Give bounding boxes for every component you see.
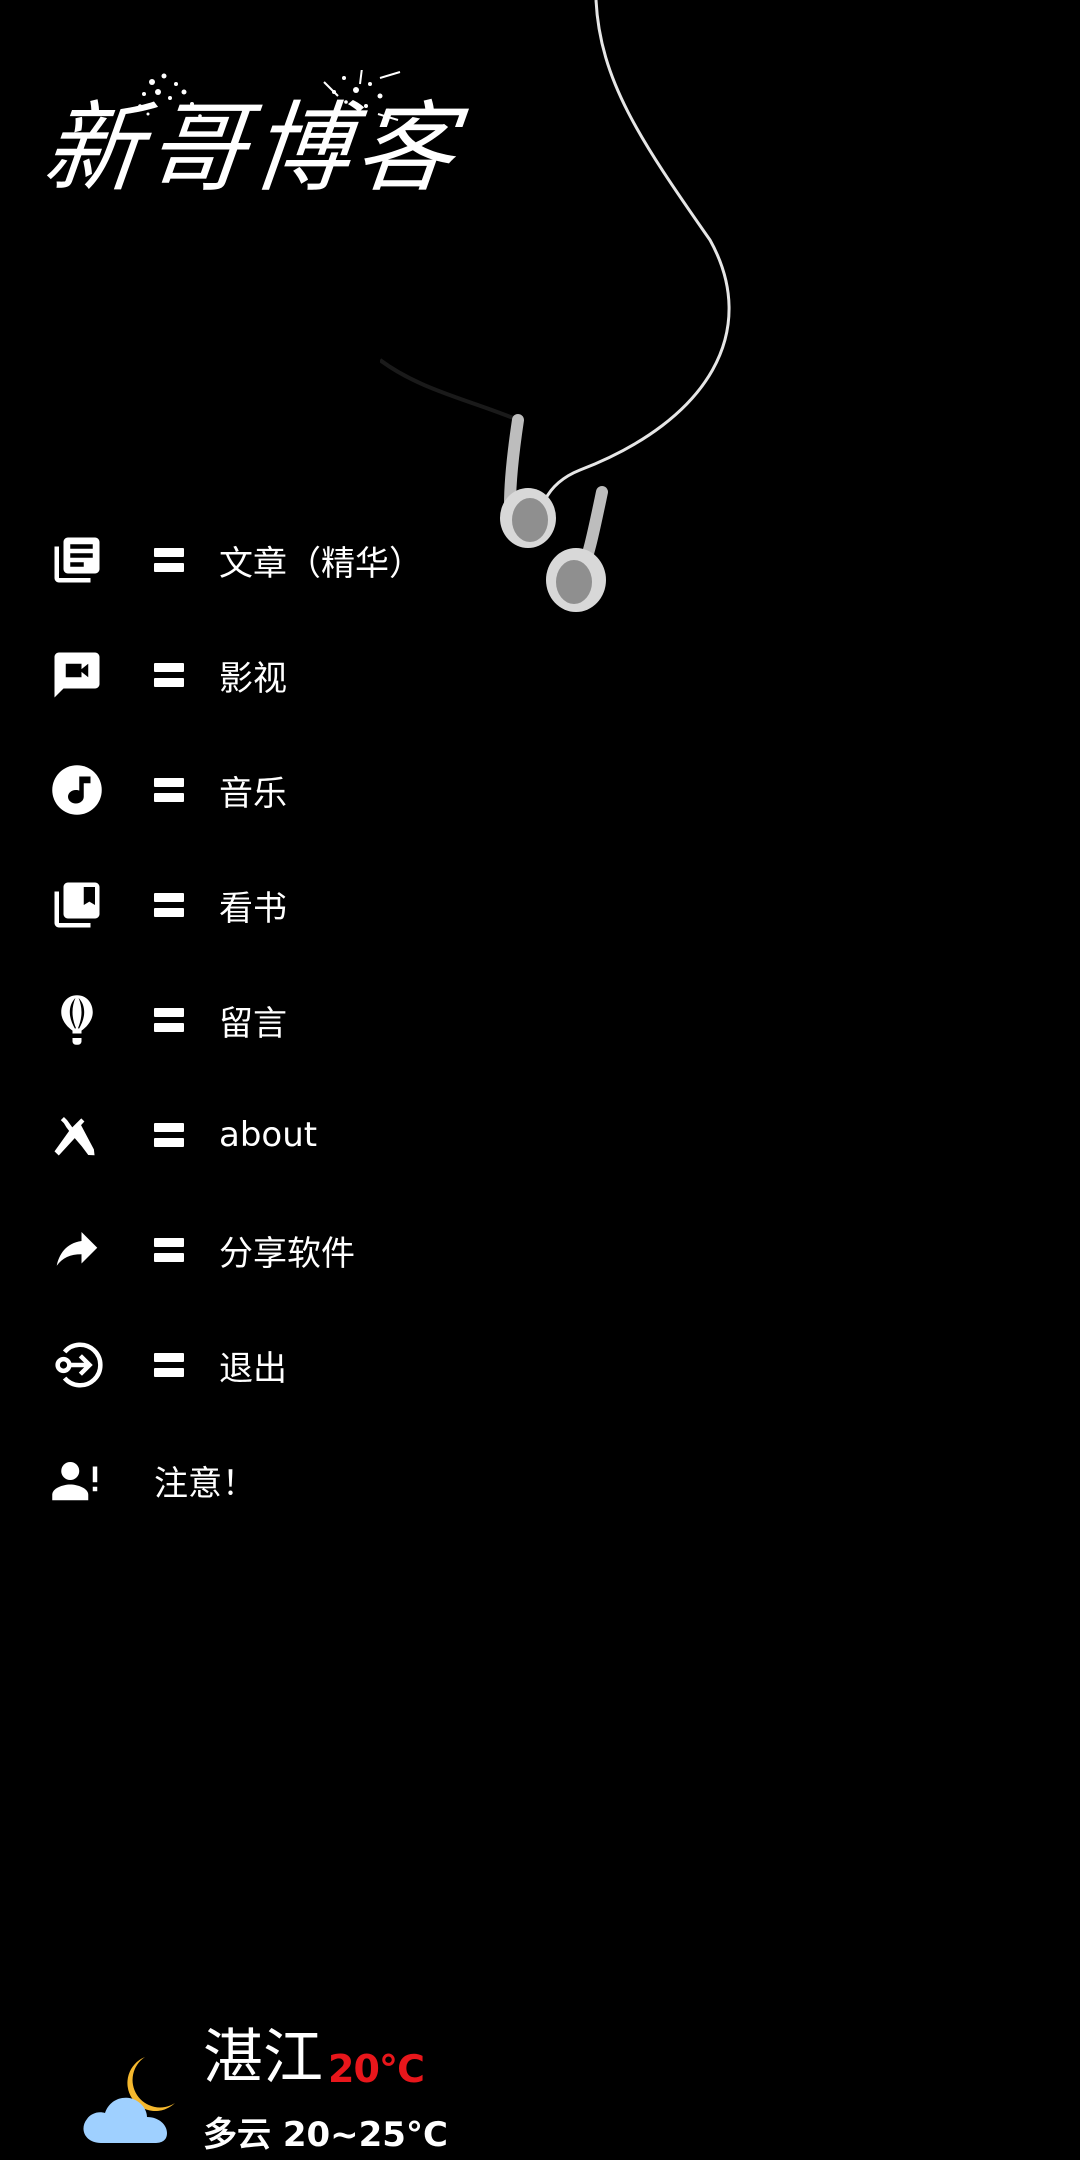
equals-icon [154, 891, 184, 919]
menu-item-label: about [219, 1115, 318, 1155]
menu-item-videos[interactable]: 影视 [0, 625, 760, 725]
logout-icon [50, 1338, 104, 1392]
menu-item-messages[interactable]: 留言 [0, 970, 760, 1070]
menu-item-label: 分享软件 [219, 1233, 355, 1274]
article-icon [50, 533, 104, 587]
menu-item-label: 看书 [219, 888, 287, 929]
equals-icon [154, 1006, 184, 1034]
equals-icon [154, 1121, 184, 1149]
menu-item-share-app[interactable]: 分享软件 [0, 1200, 760, 1300]
weather-city: 湛江 [203, 2023, 323, 2093]
equals-icon [154, 1351, 184, 1379]
weather-widget[interactable]: 湛江 20℃ 多云 20~25°C [75, 2025, 495, 2155]
equals-icon [154, 1236, 184, 1264]
music-note-icon [50, 763, 104, 817]
tools-icon [50, 1108, 104, 1162]
menu-item-label: 退出 [219, 1348, 287, 1389]
partly-cloudy-night-icon [83, 2057, 175, 2143]
library-book-icon [50, 878, 104, 932]
hot-air-balloon-icon [50, 993, 104, 1047]
weather-description: 多云 20~25°C [203, 2115, 448, 2155]
menu-item-music[interactable]: 音乐 [0, 740, 760, 840]
user-alert-icon [50, 1453, 104, 1507]
menu-item-articles[interactable]: 文章（精华） [0, 510, 760, 610]
menu-item-logout[interactable]: 退出 [0, 1315, 760, 1415]
menu-item-label: 文章（精华） [219, 543, 423, 584]
menu-item-label: 留言 [219, 1003, 287, 1044]
menu-item-label: 音乐 [219, 773, 287, 814]
menu-item-books[interactable]: 看书 [0, 855, 760, 955]
equals-icon [154, 661, 184, 689]
menu-item-about[interactable]: about [0, 1085, 760, 1185]
menu-item-label: 注意！ [154, 1463, 256, 1504]
equals-icon [154, 776, 184, 804]
menu-item-notice[interactable]: 注意！ [0, 1430, 760, 1530]
weather-temperature: 20℃ [328, 2047, 425, 2091]
share-arrow-icon [50, 1223, 104, 1277]
equals-icon [154, 546, 184, 574]
video-chat-icon [50, 648, 104, 702]
menu-item-label: 影视 [219, 658, 287, 699]
